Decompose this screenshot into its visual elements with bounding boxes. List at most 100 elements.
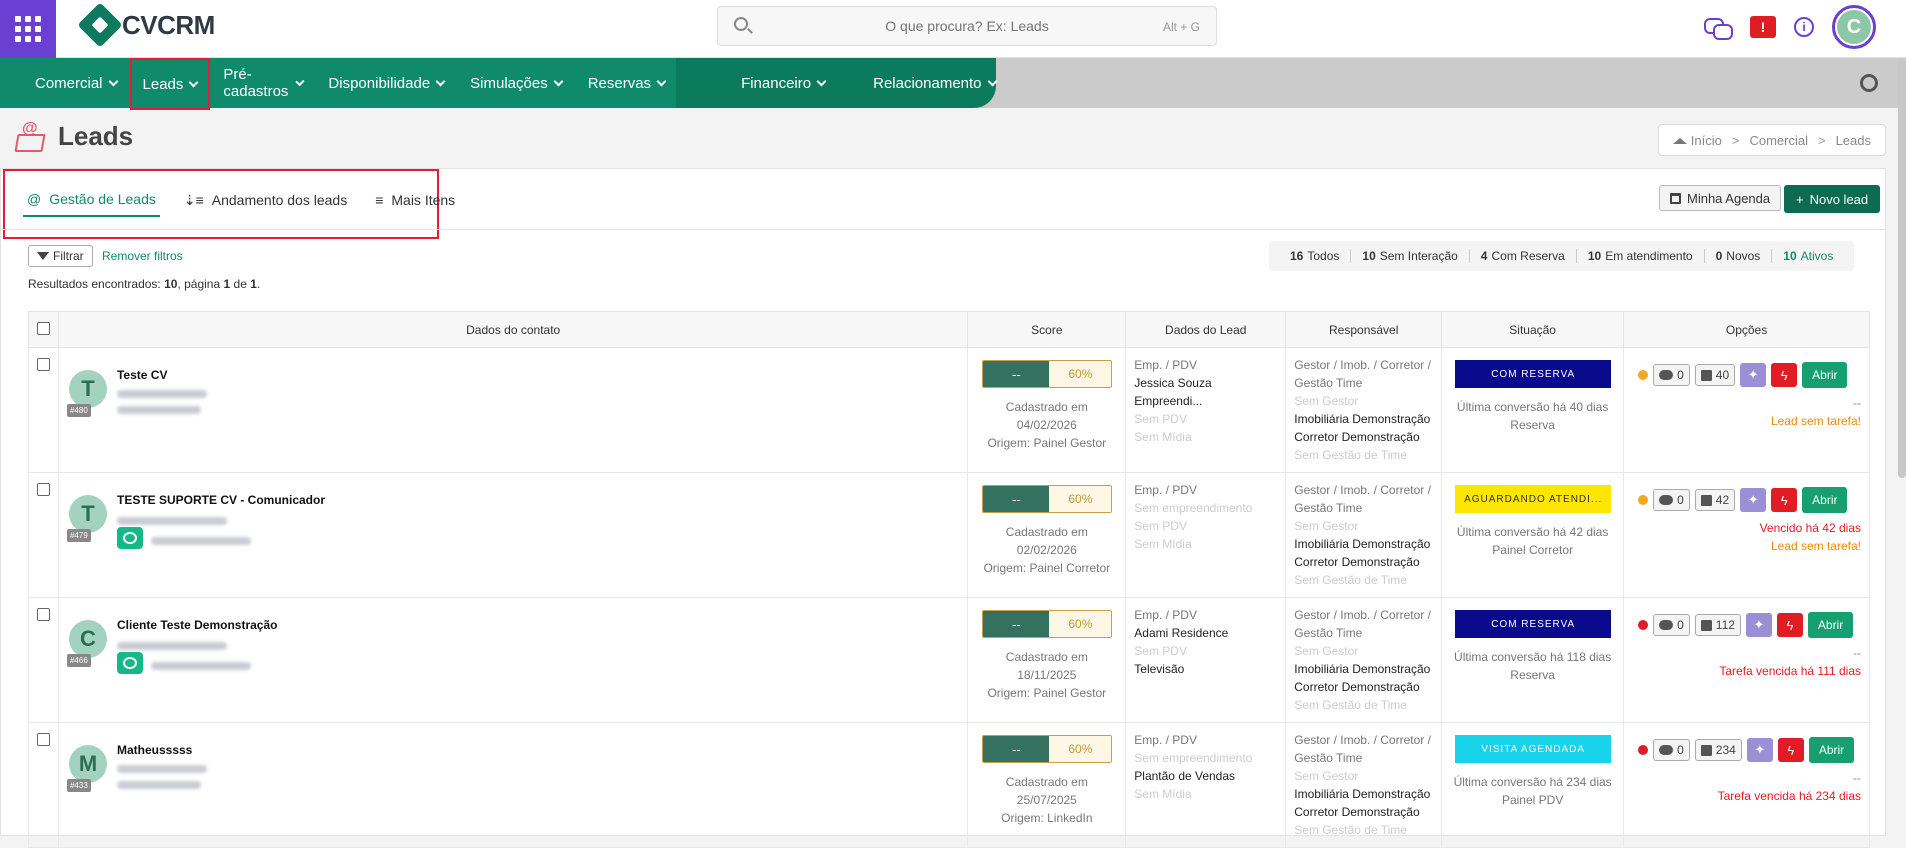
score-dash: --: [983, 361, 1050, 387]
breadcrumb: Início > Comercial > Leads: [1657, 124, 1886, 156]
score-percent: 60%: [1049, 611, 1112, 637]
user-avatar[interactable]: C: [1832, 5, 1876, 49]
comunicador-chat-icon[interactable]: [116, 652, 143, 674]
header-situacao: Situação: [1441, 311, 1625, 348]
bolt-icon[interactable]: ϟ: [1777, 738, 1804, 762]
nav-simulacoes[interactable]: Simulações: [457, 58, 575, 108]
responsavel-line: Gestão Time: [1294, 501, 1363, 515]
nav-relacionamento[interactable]: Relacionamento: [860, 58, 1008, 108]
lead-name[interactable]: Matheusssss: [117, 743, 192, 757]
abrir-button[interactable]: Abrir: [1808, 737, 1855, 763]
bolt-icon[interactable]: ϟ: [1771, 488, 1798, 512]
tasks-pill[interactable]: 40: [1694, 364, 1736, 386]
logo-mark-icon: [77, 2, 123, 48]
lead-name[interactable]: TESTE SUPORTE CV - Comunicador: [117, 493, 325, 507]
option-note: --: [1853, 771, 1861, 785]
search-shortcut: Alt + G: [1162, 20, 1200, 34]
row-checkbox[interactable]: [36, 733, 50, 746]
filtrar-button[interactable]: Filtrar: [28, 245, 93, 267]
counter-com-reserva[interactable]: 4 Com Reserva: [1470, 249, 1577, 263]
responsavel-line: Corretor Demonstração: [1294, 430, 1420, 444]
tasks-pill[interactable]: 42: [1694, 489, 1736, 511]
nav-disponibilidade[interactable]: Disponibilidade: [315, 58, 457, 108]
responsavel-line: Imobiliária Demonstração: [1294, 412, 1431, 426]
abrir-button[interactable]: Abrir: [1807, 612, 1854, 638]
bolt-icon[interactable]: ϟ: [1776, 613, 1803, 637]
conversion-origin: Reserva: [1510, 668, 1555, 682]
calendar-icon: [1700, 369, 1712, 381]
lead-info-line: Sem Mídia: [1134, 537, 1192, 551]
apps-menu-button[interactable]: [0, 0, 56, 58]
sparkle-icon[interactable]: ✦: [1740, 363, 1767, 387]
row-checkbox[interactable]: [36, 358, 50, 371]
search-input[interactable]: [718, 7, 1216, 45]
options-row: 0 40 ✦ ϟ Abrir: [1638, 362, 1848, 388]
comunicador-chat-icon[interactable]: [116, 527, 143, 549]
bolt-icon[interactable]: ϟ: [1771, 363, 1798, 387]
scrollbar[interactable]: [1898, 58, 1906, 478]
remover-filtros-link[interactable]: Remover filtros: [102, 249, 183, 263]
info-icon[interactable]: i: [1794, 17, 1814, 37]
lead-name[interactable]: Cliente Teste Demonstração: [117, 618, 278, 632]
lead-info-line: Sem Mídia: [1134, 430, 1192, 444]
status-badge: AGUARDANDO ATENDI...: [1455, 485, 1612, 513]
chevron-down-icon: [108, 76, 118, 86]
interactions-pill[interactable]: 0: [1653, 614, 1690, 636]
counter-todos[interactable]: 16 Todos: [1279, 249, 1352, 263]
breadcrumb-comercial[interactable]: Comercial: [1749, 133, 1808, 148]
agenda-label: Minha Agenda: [1687, 190, 1771, 206]
minha-agenda-button[interactable]: Minha Agenda: [1659, 185, 1782, 211]
nav-financeiro[interactable]: Financeiro: [728, 58, 838, 108]
tab-gestao-de-leads[interactable]: @ Gestão de Leads: [23, 183, 160, 217]
tab-andamento[interactable]: ⇣≡ Andamento dos leads: [180, 183, 351, 217]
interactions-count: 0: [1677, 368, 1684, 382]
responsavel-cell: Gestor / Imob. / Corretor / Gestão Time Se…: [1285, 347, 1443, 473]
logo[interactable]: CVCRM: [77, 2, 215, 48]
chat-icon: [1659, 745, 1674, 755]
tab-mais-itens[interactable]: ≡ Mais Itens: [371, 183, 459, 217]
sparkle-icon[interactable]: ✦: [1745, 613, 1772, 637]
interactions-pill[interactable]: 0: [1653, 739, 1690, 761]
tasks-pill[interactable]: 234: [1694, 739, 1742, 761]
counter-sem-interacao[interactable]: 10 Sem Interação: [1351, 249, 1470, 263]
breadcrumb-home[interactable]: Início: [1673, 133, 1722, 148]
chat-icon[interactable]: [1704, 16, 1733, 40]
lead-name[interactable]: Teste CV: [117, 368, 167, 382]
nav-reservas[interactable]: Reservas: [575, 58, 678, 108]
abrir-button[interactable]: Abrir: [1802, 487, 1848, 513]
chevron-down-icon: [295, 76, 305, 86]
abrir-button[interactable]: Abrir: [1802, 362, 1848, 388]
counter-ativos[interactable]: 10 Ativos: [1772, 249, 1844, 263]
nav-label: Comercial: [35, 74, 103, 92]
origem: Origem: Painel Corretor: [983, 561, 1111, 575]
status-dot: [1638, 745, 1649, 755]
row-checkbox[interactable]: [36, 483, 50, 496]
interactions-pill[interactable]: 0: [1653, 364, 1690, 386]
sparkle-icon[interactable]: ✦: [1740, 488, 1767, 512]
nav-leads[interactable]: Leads: [129, 58, 211, 110]
select-all-checkbox[interactable]: [36, 321, 50, 335]
nav-label: Leads: [142, 75, 184, 93]
cadastrado-date: 18/11/2025: [1017, 668, 1077, 682]
nav-comercial[interactable]: Comercial: [22, 58, 130, 108]
sparkle-icon[interactable]: ✦: [1746, 738, 1773, 762]
situacao-info: Última conversão há 42 dias Painel Corre…: [1442, 523, 1623, 559]
responsavel-line: Imobiliária Demonstração: [1294, 787, 1431, 801]
counter-em-atendimento[interactable]: 10 Em atendimento: [1577, 249, 1705, 263]
lead-data-cell: Emp. / PDV Sem empreendimento Plantão de V…: [1125, 722, 1287, 848]
redacted-email: [116, 765, 207, 773]
lead-avatar: T: [68, 495, 107, 533]
gear-icon[interactable]: [1860, 74, 1878, 92]
lead-info-line: Sem PDV: [1134, 644, 1187, 658]
redacted-email: [116, 642, 227, 650]
counter-novos[interactable]: 0 Novos: [1705, 249, 1773, 263]
nav-pre-cadastros[interactable]: Pré-cadastros: [210, 58, 315, 108]
table-row: T #479 TESTE SUPORTE CV - Comunicador --…: [28, 472, 1870, 598]
alert-icon[interactable]: !: [1750, 16, 1776, 38]
row-checkbox[interactable]: [36, 608, 50, 621]
tasks-pill[interactable]: 112: [1694, 614, 1741, 636]
interactions-pill[interactable]: 0: [1653, 489, 1690, 511]
novo-lead-button[interactable]: + Novo lead: [1784, 185, 1881, 213]
results-end: .: [256, 277, 261, 291]
lead-info-line: Emp. / PDV: [1134, 733, 1197, 747]
